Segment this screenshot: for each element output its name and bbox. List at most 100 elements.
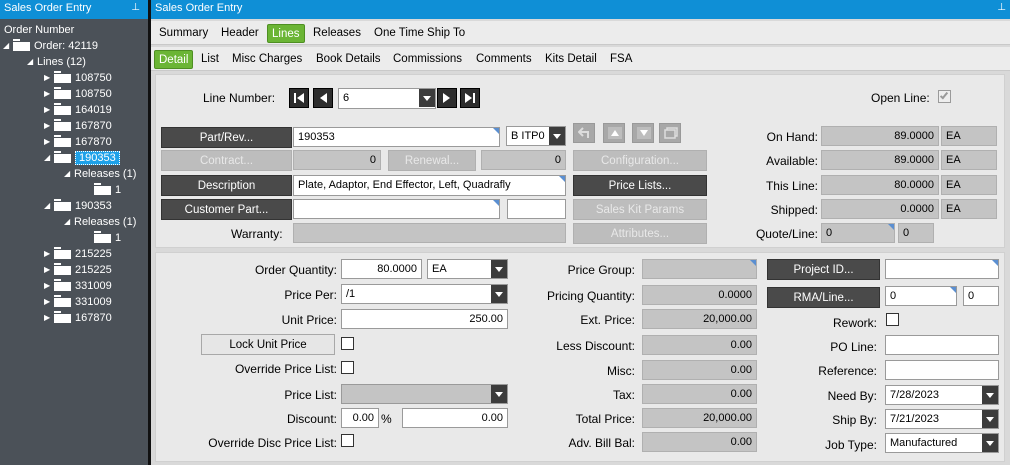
lock-unit-price-checkbox[interactable] (341, 337, 354, 350)
revision-combo[interactable]: B ITP0 (506, 126, 566, 146)
collapsed-arrow-icon[interactable]: ▶ (44, 86, 54, 102)
tree-node-line[interactable]: ◢ 190353 (44, 198, 112, 214)
override-disc-price-list-checkbox[interactable] (341, 434, 354, 447)
expanded-arrow-icon[interactable]: ◢ (3, 38, 13, 54)
tab-list[interactable]: List (197, 50, 223, 69)
discount-percent-field[interactable]: 0.00 (341, 408, 379, 428)
collapsed-arrow-icon[interactable]: ▶ (44, 70, 54, 86)
chevron-down-icon[interactable] (549, 127, 565, 145)
collapsed-arrow-icon[interactable]: ▶ (44, 294, 54, 310)
tree-node-line-selected[interactable]: ◢ 190353 (44, 150, 120, 166)
order-uom-combo[interactable]: EA (427, 259, 508, 279)
tree-node-line[interactable]: ▶ 108750 (44, 86, 112, 102)
tab-comments[interactable]: Comments (472, 50, 536, 69)
tab-lines[interactable]: Lines (267, 24, 305, 43)
tab-kits-detail[interactable]: Kits Detail (541, 50, 601, 69)
renewal-button[interactable]: Renewal... (388, 150, 476, 171)
pin-icon[interactable]: ⊥ (131, 2, 140, 13)
collapsed-arrow-icon[interactable]: ▶ (44, 118, 54, 134)
tree-node-line[interactable]: ▶ 108750 (44, 70, 112, 86)
tree-node-lines[interactable]: ◢ Lines (12) (27, 54, 86, 70)
rma-field[interactable]: 0 (885, 286, 957, 306)
customer-part-button[interactable]: Customer Part... (161, 199, 292, 220)
lock-unit-price-button[interactable]: Lock Unit Price (201, 334, 335, 355)
undo-button[interactable] (573, 123, 595, 143)
tab-detail[interactable]: Detail (154, 50, 194, 69)
description-field[interactable]: Plate, Adaptor, End Effector, Left, Quad… (293, 175, 566, 196)
configuration-button[interactable]: Configuration... (573, 150, 707, 171)
collapsed-arrow-icon[interactable]: ▶ (44, 134, 54, 150)
tree-node-line[interactable]: ▶ 167870 (44, 118, 112, 134)
tree-node-line[interactable]: ▶ 215225 (44, 246, 112, 262)
expanded-arrow-icon[interactable]: ◢ (64, 166, 74, 182)
collapsed-arrow-icon[interactable]: ▶ (44, 278, 54, 294)
chevron-down-icon[interactable] (491, 285, 507, 303)
discount-amount-field[interactable]: 0.00 (402, 408, 508, 428)
chevron-down-icon[interactable] (982, 434, 998, 452)
pin-icon[interactable]: ⊥ (997, 2, 1006, 13)
expanded-arrow-icon[interactable]: ◢ (64, 214, 74, 230)
part-rev-button[interactable]: Part/Rev... (161, 127, 292, 148)
chevron-down-icon[interactable] (491, 260, 507, 278)
tree-node-line[interactable]: ▶ 331009 (44, 294, 112, 310)
chevron-down-icon[interactable] (982, 386, 998, 404)
price-per-combo[interactable]: /1 (341, 284, 508, 304)
rma-line-button[interactable]: RMA/Line... (767, 287, 880, 308)
project-id-button[interactable]: Project ID... (767, 259, 880, 280)
first-record-button[interactable] (289, 88, 309, 108)
part-number-field[interactable]: 190353 (293, 127, 500, 147)
open-line-checkbox[interactable] (938, 90, 951, 103)
tab-fsa[interactable]: FSA (606, 50, 636, 69)
tree-node-line[interactable]: ▶ 167870 (44, 134, 112, 150)
tree-node-releases[interactable]: ◢ Releases (1) (64, 214, 136, 230)
window-button[interactable] (659, 123, 681, 143)
customer-part-field[interactable] (293, 199, 500, 219)
tree-node-release[interactable]: 1 (94, 230, 121, 246)
tab-summary[interactable]: Summary (155, 24, 212, 43)
chevron-down-icon[interactable] (982, 410, 998, 428)
unit-price-field[interactable]: 250.00 (341, 309, 508, 329)
collapsed-arrow-icon[interactable]: ▶ (44, 262, 54, 278)
tree-node-releases[interactable]: ◢ Releases (1) (64, 166, 136, 182)
tree-node-release[interactable]: 1 (94, 182, 121, 198)
collapsed-arrow-icon[interactable]: ▶ (44, 310, 54, 326)
customer-part-rev-field[interactable] (507, 199, 566, 219)
line-number-combo[interactable]: 6 (338, 88, 436, 109)
sales-kit-params-button[interactable]: Sales Kit Params (573, 199, 707, 220)
expanded-arrow-icon[interactable]: ◢ (27, 54, 37, 70)
expanded-arrow-icon[interactable]: ◢ (44, 198, 54, 214)
tab-one-time-ship-to[interactable]: One Time Ship To (370, 24, 469, 43)
chevron-down-icon[interactable] (419, 89, 435, 107)
ship-by-date-picker[interactable]: 7/21/2023 (885, 409, 999, 429)
tree-node-line[interactable]: ▶ 215225 (44, 262, 112, 278)
tab-misc-charges[interactable]: Misc Charges (228, 50, 306, 69)
order-quantity-field[interactable]: 80.0000 (341, 259, 422, 279)
need-by-date-picker[interactable]: 7/28/2023 (885, 385, 999, 405)
move-down-button[interactable] (632, 123, 654, 143)
price-lists-button[interactable]: Price Lists... (573, 175, 707, 196)
expanded-arrow-icon[interactable]: ◢ (44, 150, 54, 166)
collapsed-arrow-icon[interactable]: ▶ (44, 246, 54, 262)
price-list-combo[interactable] (341, 384, 508, 404)
contract-button[interactable]: Contract... (161, 150, 292, 171)
tab-book-details[interactable]: Book Details (312, 50, 385, 69)
description-button[interactable]: Description (161, 175, 292, 196)
po-line-field[interactable] (885, 335, 999, 355)
last-record-button[interactable] (460, 88, 480, 108)
tree-node-order[interactable]: ◢ Order: 42119 (3, 38, 98, 54)
job-type-combo[interactable]: Manufactured (885, 433, 999, 453)
collapsed-arrow-icon[interactable]: ▶ (44, 102, 54, 118)
move-up-button[interactable] (603, 123, 625, 143)
tree-node-line[interactable]: ▶ 331009 (44, 278, 112, 294)
rework-checkbox[interactable] (886, 313, 899, 326)
previous-record-button[interactable] (313, 88, 333, 108)
override-price-list-checkbox[interactable] (341, 361, 354, 374)
attributes-button[interactable]: Attributes... (573, 223, 707, 244)
tab-commissions[interactable]: Commissions (389, 50, 466, 69)
rma-line-field[interactable]: 0 (963, 286, 999, 306)
chevron-down-icon[interactable] (491, 385, 507, 403)
next-record-button[interactable] (437, 88, 457, 108)
reference-field[interactable] (885, 360, 999, 380)
project-id-field[interactable] (885, 259, 999, 279)
tab-header[interactable]: Header (217, 24, 263, 43)
